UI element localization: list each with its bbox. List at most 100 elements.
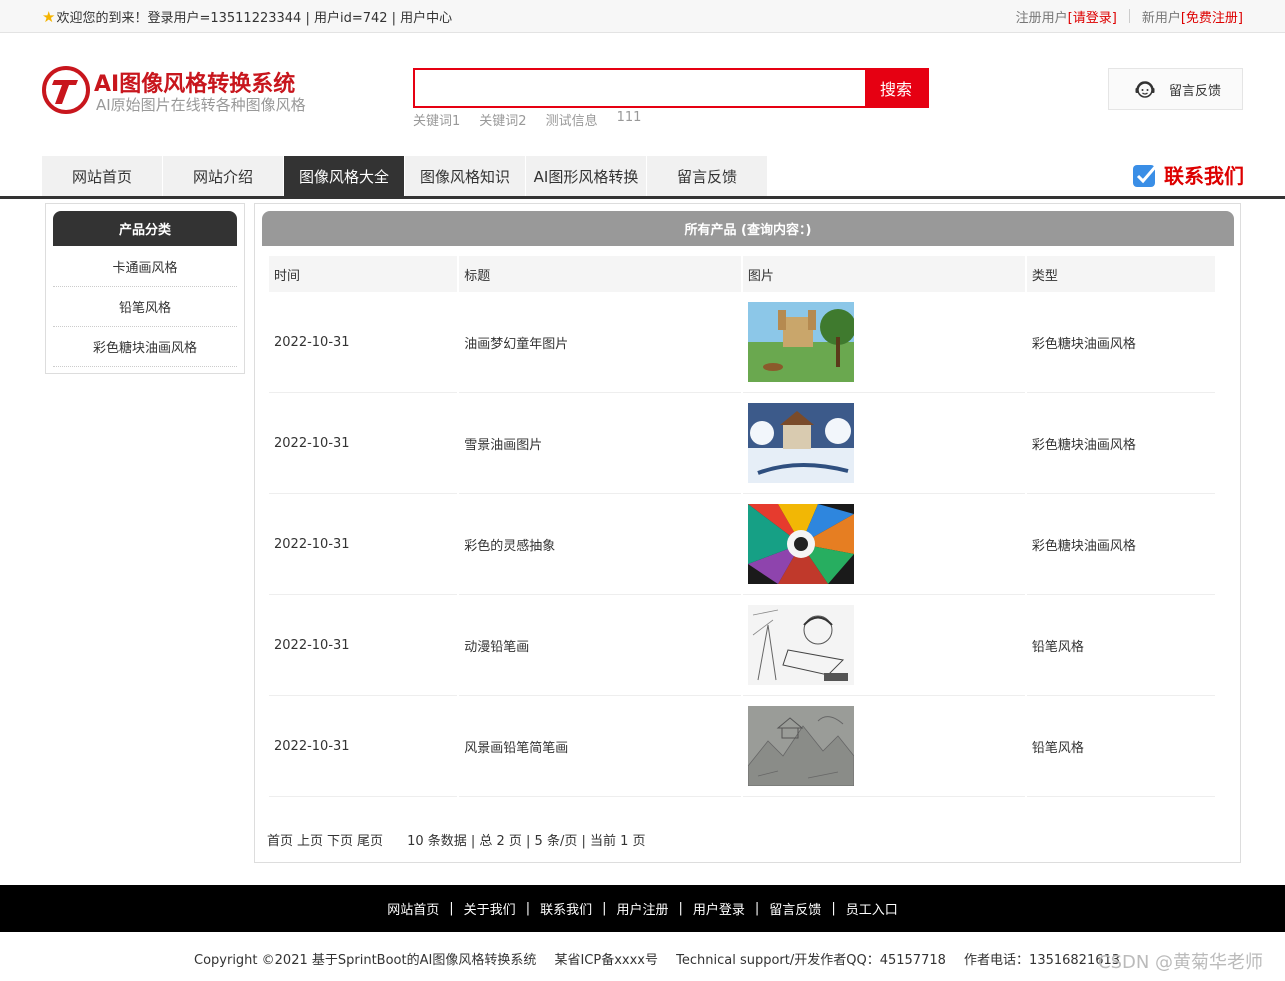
row-time: 2022-10-31 — [269, 696, 458, 797]
row-time: 2022-10-31 — [269, 292, 458, 393]
page-info: 10 条数据 | 总 2 页 | 5 条/页 | 当前 1 页 — [407, 834, 646, 849]
table-header: 时间 标题 图片 类型 — [269, 256, 1215, 292]
row-type: 彩色糖块油画风格 — [1026, 494, 1215, 595]
footer-link-register[interactable]: 用户注册 — [616, 899, 668, 918]
keyword-link[interactable]: 测试信息 — [546, 110, 598, 129]
contact-label: 联系我们 — [1164, 164, 1244, 188]
nav-item-home[interactable]: 网站首页 — [42, 156, 163, 196]
row-title[interactable]: 动漫铅笔画 — [459, 595, 741, 696]
column-header: 类型 — [1026, 256, 1215, 292]
feedback-button[interactable]: 留言反馈 — [1108, 68, 1243, 110]
last-page-link[interactable]: 尾页 — [357, 830, 383, 849]
row-type: 铅笔风格 — [1026, 696, 1215, 797]
row-type: 彩色糖块油画风格 — [1026, 393, 1215, 494]
search-input[interactable] — [415, 70, 865, 106]
search-button[interactable]: 搜索 — [865, 70, 927, 106]
row-title[interactable]: 雪景油画图片 — [459, 393, 741, 494]
top-bar: ★ 欢迎您的到来！登录用户=13511223344 | 用户id=742 | 用… — [0, 0, 1285, 33]
footer-link-login[interactable]: 用户登录 — [693, 899, 745, 918]
welcome-area: ★ 欢迎您的到来！登录用户=13511223344 | 用户id=742 | 用… — [42, 7, 452, 27]
copyright-text: Copyright ©2021 基于SprintBoot的AI图像风格转换系统 — [194, 953, 537, 968]
login-link[interactable]: [请登录] — [1068, 7, 1117, 26]
hot-keywords: 关键词1 关键词2 测试信息 111 — [413, 110, 641, 129]
row-title[interactable]: 油画梦幻童年图片 — [459, 292, 741, 393]
star-icon: ★ — [42, 7, 56, 26]
first-page-link[interactable]: 首页 — [267, 830, 293, 849]
footer-separator: | — [678, 901, 683, 916]
footer-separator: | — [525, 901, 531, 916]
divider — [1128, 9, 1130, 23]
row-title[interactable]: 风景画铅笔简笔画 — [459, 696, 741, 797]
nav-item-styles[interactable]: 图像风格大全 — [284, 156, 405, 196]
row-image-cell — [742, 494, 1025, 595]
checkmark-icon — [1133, 164, 1158, 187]
new-user-label: 新用户 — [1141, 11, 1181, 26]
snow-painting-image[interactable] — [747, 403, 854, 483]
row-image-cell — [742, 595, 1025, 696]
nav-item-about[interactable]: 网站介绍 — [163, 156, 284, 196]
footer-link-home[interactable]: 网站首页 — [387, 899, 439, 918]
row-image-cell — [742, 292, 1025, 393]
category-sidebar: 产品分类 卡通画风格 铅笔风格 彩色糖块油画风格 — [45, 203, 245, 374]
column-header: 标题 — [459, 256, 741, 292]
panel-title: 所有产品 (查询内容：) — [262, 211, 1234, 246]
headset-icon — [1135, 81, 1155, 98]
table-row[interactable]: 2022-10-31 风景画铅笔简笔画 铅笔风格 — [269, 696, 1215, 797]
column-header: 时间 — [269, 256, 458, 292]
next-page-link[interactable]: 下页 — [327, 830, 353, 849]
icp-text: 某省ICP备xxxx号 — [554, 953, 658, 968]
footer-separator: | — [449, 901, 454, 916]
sidebar-title: 产品分类 — [53, 211, 237, 246]
welcome-text[interactable]: 欢迎您的到来！登录用户=13511223344 | 用户id=742 | 用户中… — [56, 7, 452, 26]
row-title[interactable]: 彩色的灵感抽象 — [459, 494, 741, 595]
product-panel: 所有产品 (查询内容：) 时间 标题 图片 类型 2022-10-31 油画梦幻… — [254, 203, 1241, 863]
landscape-sketch-image[interactable] — [747, 706, 854, 786]
main-nav: 网站首页 网站介绍 图像风格大全 图像风格知识 AI图形风格转换 留言反馈 — [42, 156, 768, 196]
nav-item-knowledge[interactable]: 图像风格知识 — [405, 156, 526, 196]
row-image-cell — [742, 696, 1025, 797]
row-time: 2022-10-31 — [269, 494, 458, 595]
table-row[interactable]: 2022-10-31 动漫铅笔画 铅笔风格 — [269, 595, 1215, 696]
table-row[interactable]: 2022-10-31 彩色的灵感抽象 彩色糖块油画风格 — [269, 494, 1215, 595]
logo-icon — [42, 66, 90, 114]
footer-link-feedback[interactable]: 留言反馈 — [769, 899, 821, 918]
row-time: 2022-10-31 — [269, 393, 458, 494]
sidebar-item-pencil[interactable]: 铅笔风格 — [53, 287, 237, 327]
footer-link-about[interactable]: 关于我们 — [464, 899, 516, 918]
footer-separator: | — [754, 901, 760, 916]
anime-sketch-image[interactable] — [747, 605, 854, 685]
site-subtitle: AI原始图片在线转各种图像风格 — [96, 96, 306, 114]
column-header: 图片 — [742, 256, 1025, 292]
registered-label: 注册用户 — [1015, 11, 1068, 26]
prev-page-link[interactable]: 上页 — [297, 830, 323, 849]
row-type: 铅笔风格 — [1026, 595, 1215, 696]
row-image-cell — [742, 393, 1025, 494]
sidebar-item-oil[interactable]: 彩色糖块油画风格 — [53, 327, 237, 367]
product-table: 时间 标题 图片 类型 2022-10-31 油画梦幻童年图片 彩色糖块油画风格… — [267, 256, 1217, 797]
nav-item-feedback[interactable]: 留言反馈 — [647, 156, 768, 196]
contact-us-link[interactable]: 联系我们 — [1132, 160, 1244, 189]
nav-item-convert[interactable]: AI图形风格转换 — [526, 156, 647, 196]
search-bar: 搜索 — [413, 68, 929, 108]
footer-link-staff[interactable]: 员工入口 — [846, 899, 898, 918]
footer-link-contact[interactable]: 联系我们 — [540, 899, 592, 918]
site-logo[interactable]: AI图像风格转换系统 AI原始图片在线转各种图像风格 — [42, 66, 342, 118]
sidebar-item-cartoon[interactable]: 卡通画风格 — [53, 247, 237, 287]
table-row[interactable]: 2022-10-31 雪景油画图片 彩色糖块油画风格 — [269, 393, 1215, 494]
abstract-painting-image[interactable] — [747, 504, 854, 584]
copyright-bar: Copyright ©2021 基于SprintBoot的AI图像风格转换系统 … — [194, 949, 1134, 968]
table-row[interactable]: 2022-10-31 油画梦幻童年图片 彩色糖块油画风格 — [269, 292, 1215, 393]
register-link[interactable]: [免费注册] — [1181, 7, 1243, 26]
watermark: CSDN @黄菊华老师 — [1098, 952, 1264, 973]
footer-separator: | — [602, 901, 607, 916]
row-time: 2022-10-31 — [269, 595, 458, 696]
support-text: Technical support/开发作者QQ：45157718 — [676, 953, 946, 968]
footer-separator: | — [831, 901, 836, 916]
row-type: 彩色糖块油画风格 — [1026, 292, 1215, 393]
keyword-link[interactable]: 关键词2 — [479, 110, 526, 129]
castle-painting-image[interactable] — [747, 302, 854, 382]
phone-text: 作者电话：13516821613 — [964, 953, 1121, 968]
keyword-link[interactable]: 111 — [617, 110, 642, 129]
keyword-link[interactable]: 关键词1 — [413, 110, 460, 129]
nav-divider — [0, 196, 1285, 199]
